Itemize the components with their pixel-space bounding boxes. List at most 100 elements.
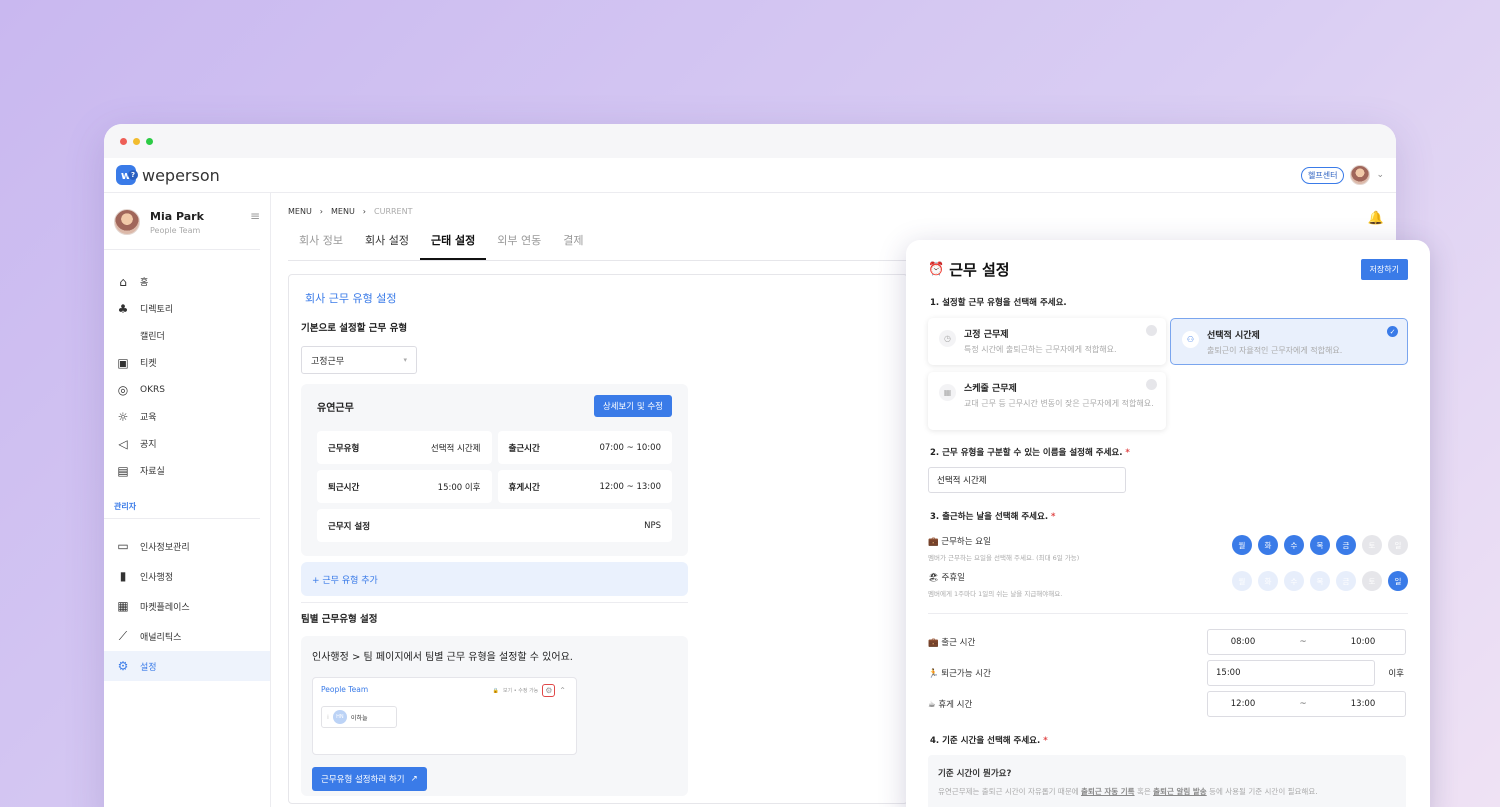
divider	[301, 602, 688, 603]
leave-time-label: 🏃 퇴근가능 시간	[928, 669, 991, 679]
tab-integrations[interactable]: 외부 연동	[486, 232, 552, 260]
sidebar-item-analytics[interactable]: ⟋ 애널리틱스	[104, 621, 270, 651]
panel-heading: 회사 근무 유형 설정	[305, 292, 397, 305]
day-toggle-sat[interactable]: 토	[1362, 535, 1382, 555]
lock-icon: 🔒	[492, 687, 499, 694]
sidebar-item-label: 디렉토리	[140, 305, 174, 315]
sidebar-item-home[interactable]: ⌂ 홈	[104, 268, 270, 295]
sidebar-item-education[interactable]: ☼ 교육	[104, 403, 270, 430]
sidebar-item-hr-admin[interactable]: ▮ 인사행정	[104, 561, 270, 591]
bell-icon[interactable]: 🔔	[1368, 211, 1384, 226]
tab-company-settings[interactable]: 회사 설정	[354, 232, 420, 260]
user-avatar[interactable]	[1350, 165, 1371, 185]
leave-time-row: 🏃 퇴근가능 시간 15:00 이후	[928, 660, 1408, 686]
profile-avatar[interactable]	[114, 209, 140, 235]
sidebar-item-marketplace[interactable]: ▦ 마켓플레이스	[104, 591, 270, 621]
drag-handle-icon: ⁞	[327, 713, 329, 721]
minimize-dot[interactable]	[133, 137, 140, 145]
day-toggle-mon[interactable]: 월	[1232, 535, 1252, 555]
background-frame: w weperson ? 헬프센터 ⌄ Mia Park People Team…	[0, 0, 1500, 807]
sidebar: Mia Park People Team ≡ ⌂ 홈 ♣ 디렉토리 캘린더 ▣ 티켓 …	[104, 193, 271, 807]
home-icon: ⌂	[119, 274, 127, 289]
break-time-from[interactable]: 12:00	[1208, 699, 1278, 709]
team-type-label: 팀별 근무유형 설정	[301, 614, 378, 625]
break-time-to[interactable]: 13:00	[1328, 699, 1398, 709]
day-toggle-wed[interactable]: 수	[1284, 535, 1304, 555]
workdays-picker: 월 화 수 목 금 토 일	[1232, 535, 1408, 555]
ticket-icon: ▣	[117, 355, 129, 370]
team-preview: People Team 🔒 보기 • 수정 가능 ⚙ ⌃ ⁞ HN 이하늘	[312, 677, 577, 755]
default-type-select[interactable]: 고정근무 ▾	[301, 346, 417, 374]
break-time-range[interactable]: 12:00 ~ 13:00	[1207, 691, 1406, 717]
sidebar-item-settings[interactable]: ⚙ 설정	[104, 651, 270, 681]
sidebar-item-archive[interactable]: ▤ 자료실	[104, 457, 270, 484]
work-settings-modal: ⏰ 근무 설정 저장하기 1. 설정할 근무 유형을 선택해 주세요. ◷ 고정…	[906, 240, 1430, 807]
chevron-down-icon: ▾	[403, 356, 407, 364]
work-type-name-input[interactable]: 선택적 시간제	[928, 467, 1126, 493]
detail-edit-button[interactable]: 상세보기 및 수정	[593, 395, 672, 417]
info-box: 기준 시간이 뭔가요? 유연근무제는 출퇴근 시간이 자유롭기 때문에 출퇴근 …	[928, 755, 1406, 807]
sidebar-item-hr-info[interactable]: ▭ 인사정보관리	[104, 531, 270, 561]
sidebar-item-label: 캘린더	[140, 332, 165, 342]
sidebar-item-label: 마켓플레이스	[140, 602, 190, 613]
holiday-toggle-fri: 금	[1336, 571, 1356, 591]
day-toggle-tue[interactable]: 화	[1258, 535, 1278, 555]
tab-company-info[interactable]: 회사 정보	[288, 232, 354, 260]
info-cell: 퇴근시간 15:00 이후	[317, 470, 492, 503]
save-button[interactable]: 저장하기	[1360, 259, 1408, 280]
select-value: 고정근무	[311, 356, 345, 367]
option-selective[interactable]: ⚇ 선택적 시간제 출퇴근이 자율적인 근무자에게 적합해요. ✓	[1170, 318, 1408, 365]
sidebar-item-label: 교육	[140, 413, 157, 423]
option-schedule[interactable]: ▦ 스케줄 근무제 교대 근무 등 근무시간 변동이 잦은 근무자에게 적합해요…	[928, 372, 1166, 430]
start-time-range[interactable]: 08:00 ~ 10:00	[1207, 629, 1406, 655]
hamburger-menu-icon[interactable]: ≡	[250, 209, 260, 223]
tab-attendance-settings[interactable]: 근태 설정	[419, 232, 487, 260]
sidebar-item-label: 설정	[140, 662, 157, 673]
help-center-button[interactable]: ? 헬프센터	[128, 166, 1345, 184]
help-center-label: 헬프센터	[1308, 170, 1338, 180]
tab-billing[interactable]: 결제	[552, 232, 594, 260]
external-link-icon: ↗	[410, 774, 418, 784]
holiday-toggle-thu: 목	[1310, 571, 1330, 591]
people-icon: ⚇	[1182, 331, 1199, 348]
sidebar-item-label: 홈	[140, 278, 149, 288]
target-icon: ◎	[117, 382, 129, 397]
sidebar-item-notice[interactable]: ◁ 공지	[104, 430, 270, 457]
title-bar	[104, 124, 1396, 158]
go-set-work-type-button[interactable]: 근무유형 설정하러 하기 ↗	[312, 767, 427, 791]
gift-icon: ▦	[117, 599, 129, 613]
member-avatar: HN	[332, 710, 347, 724]
org-chart-icon: ♣	[117, 301, 129, 316]
add-work-type-button[interactable]: + 근무 유형 추가	[301, 562, 688, 596]
file-icon: ▮	[119, 569, 127, 583]
logo-text: weperson	[142, 165, 220, 185]
info-cell: 근무지 설정 NPS	[317, 509, 672, 542]
holiday-toggle-sun[interactable]: 일	[1388, 571, 1408, 591]
sidebar-item-calendar[interactable]: 캘린더	[104, 322, 270, 349]
sidebar-item-ticket[interactable]: ▣ 티켓	[104, 349, 270, 376]
sidebar-item-okrs[interactable]: ◎ OKRS	[104, 376, 270, 403]
start-time-to[interactable]: 10:00	[1328, 637, 1398, 647]
day-toggle-thu[interactable]: 목	[1310, 535, 1330, 555]
settings-tabs: 회사 정보 회사 설정 근태 설정 외부 연동 결제	[288, 232, 913, 261]
holiday-toggle-sat[interactable]: 토	[1362, 571, 1382, 591]
megaphone-icon: ◁	[118, 436, 128, 451]
work-type-panel: 회사 근무 유형 설정 기본으로 설정할 근무 유형 고정근무 ▾ 유연근무 상…	[288, 274, 908, 804]
start-time-from[interactable]: 08:00	[1208, 637, 1278, 647]
holiday-toggle-tue: 화	[1258, 571, 1278, 591]
close-dot[interactable]	[120, 137, 127, 145]
start-time-row: 💼 출근 시간 08:00 ~ 10:00	[928, 629, 1408, 655]
day-toggle-sun[interactable]: 일	[1388, 535, 1408, 555]
sidebar-item-directory[interactable]: ♣ 디렉토리	[104, 295, 270, 322]
option-fixed[interactable]: ◷ 고정 근무제 특정 시간에 출퇴근하는 근무자에게 적합해요.	[928, 318, 1166, 365]
day-toggle-fri[interactable]: 금	[1336, 535, 1356, 555]
divider	[928, 613, 1408, 614]
breadcrumb-item[interactable]: MENU	[331, 207, 355, 216]
chevron-right-icon: ›	[362, 207, 366, 216]
sidebar-nav: ⌂ 홈 ♣ 디렉토리 캘린더 ▣ 티켓 ◎ OKRS ☼ 교육 ◁ 공지 ▤ 자료실 관리자 …	[104, 250, 270, 681]
leave-time-input[interactable]: 15:00	[1207, 660, 1375, 686]
chevron-down-icon[interactable]: ⌄	[1376, 170, 1384, 180]
breadcrumb-item[interactable]: MENU	[288, 207, 312, 216]
maximize-dot[interactable]	[146, 137, 153, 145]
team-type-card: 인사행정 > 팀 페이지에서 팀별 근무 유형을 설정할 수 있어요. Peop…	[301, 636, 688, 796]
